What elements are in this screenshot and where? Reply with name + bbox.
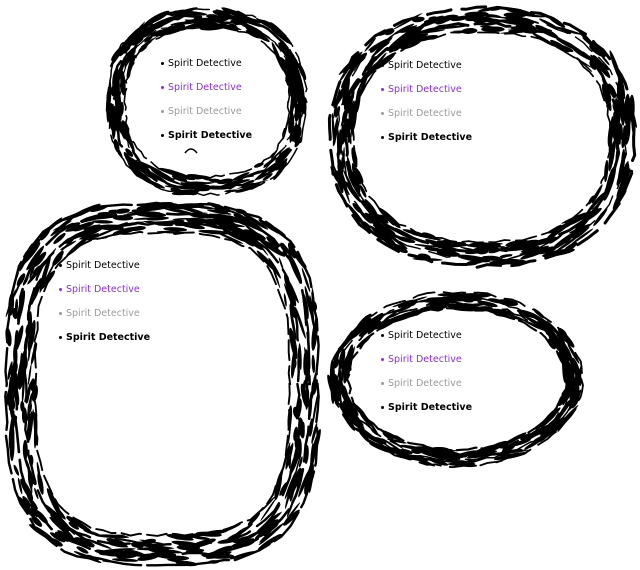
menu-item-disabled: Spirit Detective (59, 308, 150, 332)
menu-item-hover[interactable]: Spirit Detective (381, 354, 472, 378)
menu-large: Spirit Detective Spirit Detective Spirit… (59, 260, 150, 356)
menu-item-disabled: Spirit Detective (381, 108, 472, 132)
menu-item-normal[interactable]: Spirit Detective (59, 260, 150, 284)
menu-item-normal[interactable]: Spirit Detective (381, 330, 472, 354)
menu-item-hover[interactable]: Spirit Detective (381, 84, 472, 108)
menu-item-hover[interactable]: Spirit Detective (161, 82, 252, 106)
frame-wide: Spirit Detective Spirit Detective Spirit… (326, 4, 638, 270)
caret-up-icon (184, 148, 198, 154)
menu-item-normal[interactable]: Spirit Detective (161, 58, 252, 82)
menu-item-active[interactable]: Spirit Detective (161, 130, 252, 154)
frame-oval: Spirit Detective Spirit Detective Spirit… (327, 288, 586, 470)
menu-item-disabled: Spirit Detective (381, 378, 472, 402)
menu-item-active[interactable]: Spirit Detective (59, 332, 150, 356)
frame-small: Spirit Detective Spirit Detective Spirit… (104, 6, 310, 198)
menu-small: Spirit Detective Spirit Detective Spirit… (161, 58, 252, 154)
brush-ring-frame-wide (327, 5, 637, 269)
menu-oval: Spirit Detective Spirit Detective Spirit… (381, 330, 472, 426)
menu-item-active[interactable]: Spirit Detective (381, 132, 472, 156)
menu-item-active[interactable]: Spirit Detective (381, 402, 472, 426)
frame-large: Spirit Detective Spirit Detective Spirit… (2, 200, 322, 568)
menu-wide: Spirit Detective Spirit Detective Spirit… (381, 60, 472, 156)
menu-item-normal[interactable]: Spirit Detective (381, 60, 472, 84)
menu-item-hover[interactable]: Spirit Detective (59, 284, 150, 308)
brush-ring-frame-large (4, 201, 321, 567)
menu-item-disabled: Spirit Detective (161, 106, 252, 130)
